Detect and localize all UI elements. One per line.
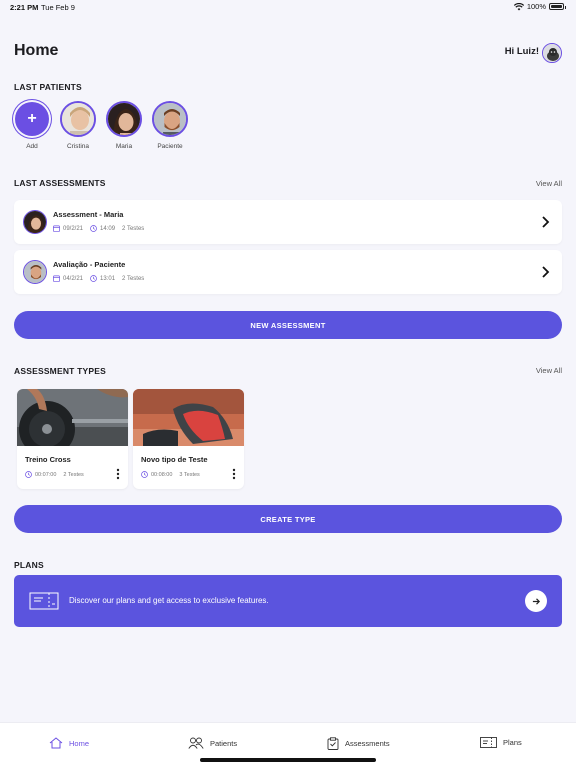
page-title: Home xyxy=(14,42,59,59)
calendar-icon xyxy=(53,225,60,232)
assessment-time: 14:09 xyxy=(100,225,116,232)
plans-banner-text: Discover our plans and get access to exc… xyxy=(69,596,269,605)
user-avatar[interactable] xyxy=(542,43,562,63)
assessment-tests: 2 Testes xyxy=(122,275,145,282)
arrow-right-icon xyxy=(532,597,540,605)
assessment-patient-avatar xyxy=(23,260,47,284)
more-vertical-icon[interactable] xyxy=(116,468,120,480)
plans-arrow-button[interactable] xyxy=(525,590,547,612)
calendar-icon xyxy=(53,275,60,282)
status-right: 100% xyxy=(513,2,566,11)
last-assessments-title: LAST ASSESSMENTS xyxy=(14,178,106,188)
assessment-card[interactable]: Assessment - Maria 09/2/21 14:09 2 Teste… xyxy=(14,200,562,244)
user-greeting: Hi Luiz! xyxy=(504,46,539,57)
patient-avatar[interactable] xyxy=(152,101,188,137)
assessment-title: Avaliação - Paciente xyxy=(53,260,126,269)
clock-icon xyxy=(141,471,148,478)
tab-patients[interactable]: Patients xyxy=(188,737,237,749)
patient-name: Paciente xyxy=(157,143,183,150)
assessment-types-view-all-link[interactable]: View All xyxy=(536,366,562,375)
add-patient-button[interactable]: + Add xyxy=(14,101,50,150)
assessment-type-card[interactable]: Novo tipo de Teste 00:08:00 3 Testes xyxy=(133,389,244,489)
patient-cristina[interactable]: Cristina xyxy=(60,101,96,150)
patient-avatar[interactable] xyxy=(60,101,96,137)
tab-assessments[interactable]: Assessments xyxy=(327,737,390,750)
assessment-type-duration: 00:08:00 xyxy=(151,471,173,478)
assessment-type-meta: 00:08:00 3 Testes xyxy=(141,471,200,478)
assessment-meta: 04/2/21 13:01 2 Testes xyxy=(53,275,144,282)
ticket-icon xyxy=(29,592,59,610)
assessment-card[interactable]: Avaliação - Paciente 04/2/21 13:01 2 Tes… xyxy=(14,250,562,294)
assessment-type-image xyxy=(133,389,244,446)
patient-name: Maria xyxy=(115,143,133,150)
plans-banner[interactable]: Discover our plans and get access to exc… xyxy=(14,575,562,627)
patient-name: Cristina xyxy=(66,143,90,150)
clock-icon xyxy=(90,275,97,282)
assessment-types-title: ASSESSMENT TYPES xyxy=(14,366,106,376)
battery-icon xyxy=(549,3,566,10)
clock-icon xyxy=(25,471,32,478)
assessment-type-image xyxy=(17,389,128,446)
status-bar: 2:21 PM Tue Feb 9 100% xyxy=(0,0,576,14)
status-date: Tue Feb 9 xyxy=(41,3,75,12)
assessment-date: 09/2/21 xyxy=(63,225,84,232)
tab-plans[interactable]: Plans xyxy=(480,737,522,748)
plans-title: PLANS xyxy=(14,560,44,570)
patients-icon xyxy=(188,737,204,749)
more-vertical-icon[interactable] xyxy=(232,468,236,480)
home-icon xyxy=(49,737,63,749)
assessment-tests: 2 Testes xyxy=(122,225,145,232)
assessment-type-title: Novo tipo de Teste xyxy=(141,455,208,464)
tab-home-label: Home xyxy=(69,738,90,748)
plus-icon[interactable]: + xyxy=(15,102,49,136)
tab-patients-label: Patients xyxy=(210,738,238,748)
assessment-type-card[interactable]: Treino Cross 00:07:00 2 Testes xyxy=(17,389,128,489)
create-type-button[interactable]: CREATE TYPE xyxy=(14,505,562,533)
add-patient-label: Add xyxy=(26,143,38,150)
assessment-type-meta: 00:07:00 2 Testes xyxy=(25,471,84,478)
tab-assessments-label: Assessments xyxy=(345,739,390,748)
assessment-type-title: Treino Cross xyxy=(25,455,71,464)
clock-icon xyxy=(90,225,97,232)
assessment-patient-avatar xyxy=(23,210,47,234)
last-assessments-view-all-link[interactable]: View All xyxy=(536,179,562,188)
assessment-type-duration: 00:07:00 xyxy=(35,471,57,478)
last-patients-title: LAST PATIENTS xyxy=(14,82,82,92)
patient-paciente[interactable]: Paciente xyxy=(152,101,188,150)
tab-plans-label: Plans xyxy=(503,738,522,747)
wifi-icon xyxy=(513,2,524,10)
plans-icon xyxy=(480,737,497,748)
assessment-date: 04/2/21 xyxy=(63,275,84,282)
assessment-type-tests: 2 Testes xyxy=(63,471,84,478)
assessment-time: 13:01 xyxy=(100,275,116,282)
patient-avatar[interactable] xyxy=(106,101,142,137)
status-time: 2:21 PM xyxy=(10,3,39,12)
assessment-title: Assessment - Maria xyxy=(53,210,124,219)
patient-maria[interactable]: Maria xyxy=(106,101,142,150)
chevron-right-icon xyxy=(542,216,550,228)
new-assessment-button[interactable]: NEW ASSESSMENT xyxy=(14,311,562,339)
home-indicator xyxy=(200,758,376,762)
chevron-right-icon xyxy=(542,266,550,278)
assessment-meta: 09/2/21 14:09 2 Testes xyxy=(53,225,144,232)
patients-row: + Add Cristina Maria Paciente xyxy=(14,101,188,150)
assessment-type-tests: 3 Testes xyxy=(179,471,200,478)
clipboard-icon xyxy=(327,737,339,750)
battery-percent: 100% xyxy=(526,2,546,11)
tab-home[interactable]: Home xyxy=(49,737,89,749)
